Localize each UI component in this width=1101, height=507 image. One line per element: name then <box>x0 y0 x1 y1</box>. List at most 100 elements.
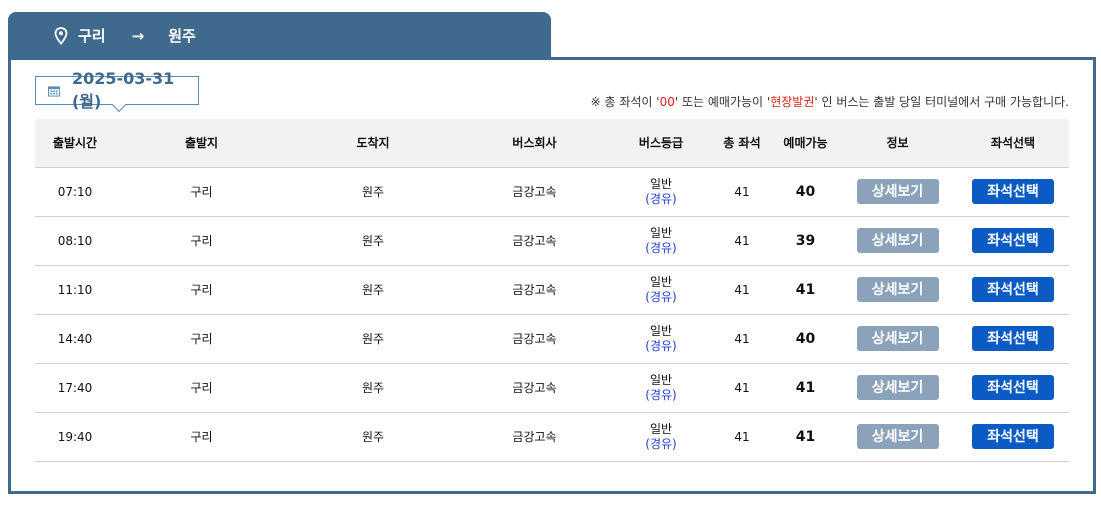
route-header-tab: 구리 → 원주 <box>8 12 551 59</box>
bus-grade-cell: 일반 (경유) <box>611 314 711 364</box>
bus-grade: 일반 <box>649 421 673 436</box>
select-seat-button[interactable]: 좌석선택 <box>972 277 1054 302</box>
select-seat-button[interactable]: 좌석선택 <box>972 326 1054 351</box>
origin: 구리 <box>115 412 288 462</box>
view-details-button[interactable]: 상세보기 <box>856 326 939 351</box>
available-seats: 40 <box>773 314 838 364</box>
seat-cell: 좌석선택 <box>957 265 1069 315</box>
bus-company: 금강고속 <box>458 167 611 217</box>
departure-time: 17:40 <box>35 363 115 413</box>
header-origin: 출발지 <box>115 119 288 168</box>
seat-cell: 좌석선택 <box>957 363 1069 413</box>
info-cell: 상세보기 <box>838 412 957 462</box>
bus-company: 금강고속 <box>458 363 611 413</box>
total-seats: 41 <box>711 412 773 462</box>
select-seat-button[interactable]: 좌석선택 <box>972 228 1054 253</box>
total-seats: 41 <box>711 167 773 217</box>
route-type: (경유) <box>645 338 677 353</box>
departure-time: 11:10 <box>35 265 115 315</box>
origin: 구리 <box>115 216 288 266</box>
bus-grade-cell: 일반 (경유) <box>611 412 711 462</box>
available-seats: 40 <box>773 167 838 217</box>
bus-company: 금강고속 <box>458 265 611 315</box>
select-seat-button[interactable]: 좌석선택 <box>972 179 1054 204</box>
seat-cell: 좌석선택 <box>957 216 1069 266</box>
info-cell: 상세보기 <box>838 314 957 364</box>
bus-grade: 일반 <box>649 176 673 191</box>
route-type: (경유) <box>645 191 677 206</box>
departure-time: 08:10 <box>35 216 115 266</box>
total-seats: 41 <box>711 363 773 413</box>
table-row: 19:40 구리 원주 금강고속 일반 (경유) 41 41 상세보기 좌석선택 <box>35 412 1069 462</box>
origin: 구리 <box>115 265 288 315</box>
notice-prefix: ※ 총 좌석이 ' <box>590 95 660 109</box>
header-bus-company: 버스회사 <box>458 119 611 168</box>
destination: 원주 <box>288 216 458 266</box>
header-total-seats: 총 좌석 <box>711 119 773 168</box>
route-destination: 원주 <box>168 27 196 45</box>
available-seats: 41 <box>773 412 838 462</box>
view-details-button[interactable]: 상세보기 <box>856 179 939 204</box>
origin: 구리 <box>115 363 288 413</box>
destination: 원주 <box>288 363 458 413</box>
route-type: (경유) <box>645 289 677 304</box>
route-type: (경유) <box>645 436 677 451</box>
bus-company: 금강고속 <box>458 216 611 266</box>
bus-grade: 일반 <box>649 274 673 289</box>
notice-code-seats: 00 <box>659 95 675 109</box>
route-type: (경유) <box>645 240 677 255</box>
bus-grade-cell: 일반 (경유) <box>611 363 711 413</box>
info-cell: 상세보기 <box>838 265 957 315</box>
notice-suffix: ' 인 버스는 출발 당일 터미널에서 구매 가능합니다. <box>814 95 1069 109</box>
date-selector[interactable]: 2025-03-31 (월) <box>35 69 199 113</box>
seat-cell: 좌석선택 <box>957 314 1069 364</box>
table-row: 11:10 구리 원주 금강고속 일반 (경유) 41 41 상세보기 좌석선택 <box>35 265 1069 315</box>
destination: 원주 <box>288 265 458 315</box>
bus-company: 금강고속 <box>458 412 611 462</box>
seat-cell: 좌석선택 <box>957 412 1069 462</box>
notice-middle: ' 또는 예매가능이 ' <box>674 95 771 109</box>
arrow-right-icon: → <box>131 26 145 45</box>
destination: 원주 <box>288 314 458 364</box>
bus-grade-cell: 일반 (경유) <box>611 167 711 217</box>
table-row: 08:10 구리 원주 금강고속 일반 (경유) 41 39 상세보기 좌석선택 <box>35 216 1069 266</box>
total-seats: 41 <box>711 314 773 364</box>
bus-company: 금강고속 <box>458 314 611 364</box>
header-available-seats: 예매가능 <box>773 119 838 168</box>
route-type: (경유) <box>645 387 677 402</box>
header-departure-time: 출발시간 <box>35 119 115 168</box>
destination: 원주 <box>288 167 458 217</box>
purchase-notice: ※ 총 좌석이 '00' 또는 예매가능이 '현장발권' 인 버스는 출발 당일… <box>591 93 1069 110</box>
selected-date: 2025-03-31 (월) <box>71 69 175 111</box>
available-seats: 41 <box>773 363 838 413</box>
table-header-row: 출발시간 출발지 도착지 버스회사 버스등급 총 좌석 예매가능 정보 좌석선택 <box>35 119 1069 168</box>
origin: 구리 <box>115 167 288 217</box>
header-bus-grade: 버스등급 <box>611 119 711 168</box>
departure-time: 19:40 <box>35 412 115 462</box>
total-seats: 41 <box>711 265 773 315</box>
view-details-button[interactable]: 상세보기 <box>856 228 939 253</box>
bus-grade: 일반 <box>649 323 673 338</box>
departure-time: 14:40 <box>35 314 115 364</box>
info-cell: 상세보기 <box>838 216 957 266</box>
available-seats: 39 <box>773 216 838 266</box>
notice-code-onsite: 현장발권 <box>770 95 815 109</box>
header-seat-select: 좌석선택 <box>957 119 1069 168</box>
bus-grade: 일반 <box>649 372 673 387</box>
view-details-button[interactable]: 상세보기 <box>856 424 939 449</box>
table-row: 07:10 구리 원주 금강고속 일반 (경유) 41 40 상세보기 좌석선택 <box>35 167 1069 217</box>
info-cell: 상세보기 <box>838 167 957 217</box>
view-details-button[interactable]: 상세보기 <box>856 375 939 400</box>
view-details-button[interactable]: 상세보기 <box>856 277 939 302</box>
info-cell: 상세보기 <box>838 363 957 413</box>
bus-grade-cell: 일반 (경유) <box>611 265 711 315</box>
select-seat-button[interactable]: 좌석선택 <box>972 424 1054 449</box>
header-destination: 도착지 <box>288 119 458 168</box>
available-seats: 41 <box>773 265 838 315</box>
location-pin-icon <box>54 26 68 45</box>
seat-cell: 좌석선택 <box>957 167 1069 217</box>
bus-schedule-table: 출발시간 출발지 도착지 버스회사 버스등급 총 좌석 예매가능 정보 좌석선택… <box>35 119 1069 462</box>
origin: 구리 <box>115 314 288 364</box>
select-seat-button[interactable]: 좌석선택 <box>972 375 1054 400</box>
total-seats: 41 <box>711 216 773 266</box>
